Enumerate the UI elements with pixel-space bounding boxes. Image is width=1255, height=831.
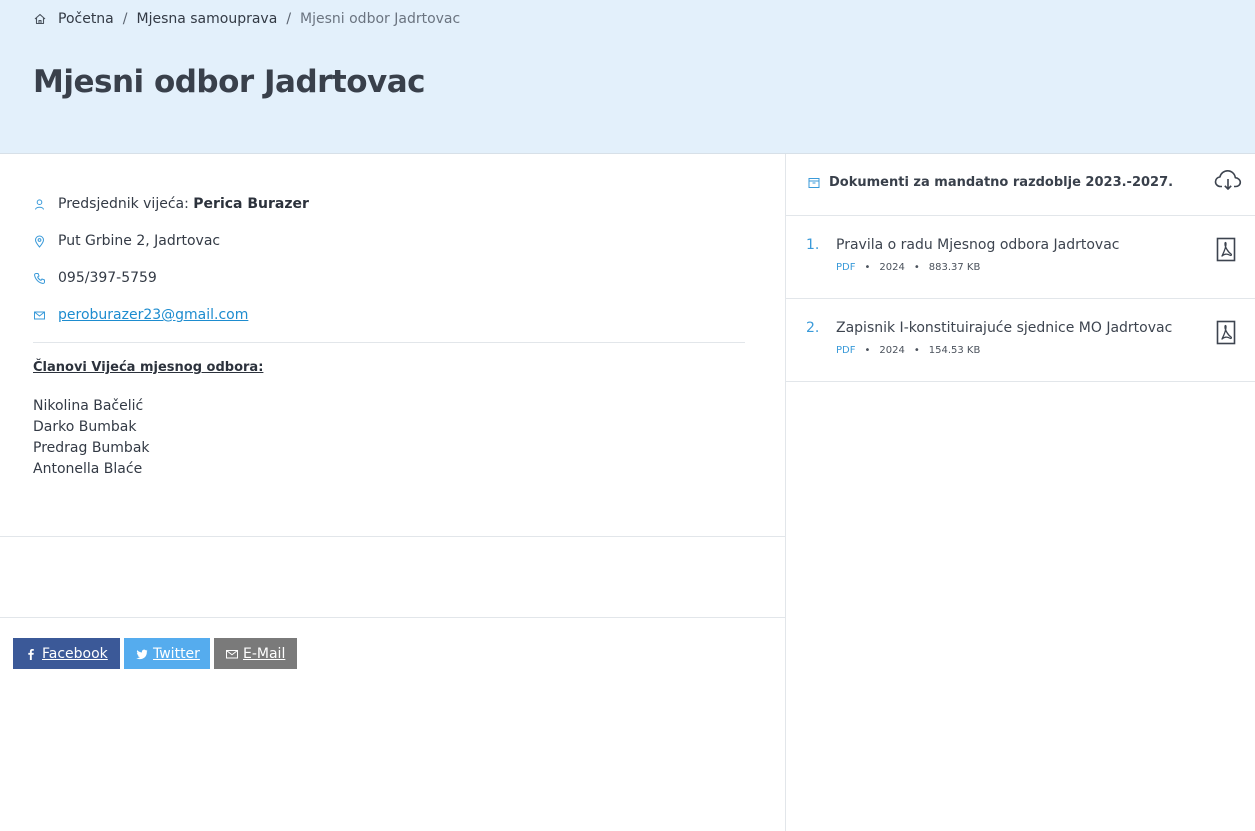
main-content: Predsjednik vijeća: Perica Burazer Put G… [0, 154, 786, 831]
archive-icon [808, 177, 820, 189]
document-type: PDF [836, 345, 856, 356]
share-twitter-label: Twitter [153, 645, 200, 662]
share-email-label: E-Mail [243, 645, 286, 662]
president-row: Predsjednik vijeća: Perica Burazer [33, 194, 309, 214]
president-name: Perica Burazer [193, 196, 309, 212]
user-icon [33, 198, 46, 211]
divider [33, 342, 745, 343]
phone-row: 095/397-5759 [33, 268, 157, 288]
document-meta: PDF • 2024 • 883.37 KB [836, 262, 980, 273]
share-twitter-button[interactable]: Twitter [124, 638, 210, 669]
meta-separator: • [913, 345, 920, 356]
meta-separator: • [913, 262, 920, 273]
member-item: Antonella Blaće [33, 461, 143, 477]
document-size: 154.53 KB [928, 345, 981, 356]
breadcrumb-current: Mjesni odbor Jadrtovac [300, 11, 461, 27]
meta-separator: • [864, 345, 871, 356]
document-item[interactable]: 1. Pravila o radu Mjesnog odbora Jadrtov… [786, 216, 1255, 299]
divider [0, 536, 786, 537]
twitter-icon [136, 648, 148, 660]
president-label: Predsjednik vijeća: [58, 196, 189, 212]
breadcrumb-home-link[interactable]: Početna [58, 11, 114, 27]
breadcrumb-separator: / [122, 11, 128, 27]
page-header: Početna / Mjesna samouprava / Mjesni odb… [0, 0, 1255, 154]
share-email-button[interactable]: E-Mail [214, 638, 297, 669]
member-item: Nikolina Bačelić [33, 398, 144, 414]
document-item[interactable]: 2. Zapisnik I-konstituirajuće sjednice M… [786, 299, 1255, 382]
document-number: 1. [806, 237, 820, 253]
share-facebook-label: Facebook [42, 645, 108, 662]
document-name[interactable]: Pravila o radu Mjesnog odbora Jadrtovac [836, 237, 1120, 253]
envelope-icon [33, 309, 46, 322]
document-number: 2. [806, 320, 820, 336]
breadcrumb-separator: / [286, 11, 292, 27]
email-row: peroburazer23@gmail.com [33, 305, 248, 325]
documents-title: Dokumenti za mandatno razdoblje 2023.-20… [829, 175, 1174, 190]
divider [0, 617, 786, 618]
address-text: Put Grbine 2, Jadrtovac [58, 233, 221, 249]
documents-panel: Dokumenti za mandatno razdoblje 2023.-20… [785, 154, 1255, 831]
document-year: 2024 [879, 345, 905, 356]
breadcrumb-section-link[interactable]: Mjesna samouprava [136, 11, 277, 27]
phone-icon [33, 272, 46, 285]
phone-number: 095/397-5759 [58, 270, 157, 286]
email-link[interactable]: peroburazer23@gmail.com [58, 307, 248, 323]
share-facebook-button[interactable]: Facebook [13, 638, 120, 669]
location-pin-icon [33, 235, 46, 248]
document-type: PDF [836, 262, 856, 273]
document-size: 883.37 KB [928, 262, 981, 273]
members-list: Nikolina Bačelić Darko Bumbak Predrag Bu… [33, 396, 150, 480]
cloud-download-icon[interactable] [1214, 169, 1242, 191]
member-item: Darko Bumbak [33, 419, 137, 435]
members-heading: Članovi Vijeća mjesnog odbora: [33, 360, 264, 375]
member-item: Predrag Bumbak [33, 440, 150, 456]
pdf-file-icon[interactable] [1216, 320, 1236, 345]
document-meta: PDF • 2024 • 154.53 KB [836, 345, 980, 356]
pdf-file-icon[interactable] [1216, 237, 1236, 262]
page-title: Mjesni odbor Jadrtovac [33, 64, 426, 100]
home-icon[interactable] [33, 12, 47, 26]
documents-header: Dokumenti za mandatno razdoblje 2023.-20… [786, 154, 1255, 216]
mail-icon [226, 648, 238, 660]
document-name[interactable]: Zapisnik I-konstituirajuće sjednice MO J… [836, 320, 1172, 336]
meta-separator: • [864, 262, 871, 273]
breadcrumb: Početna / Mjesna samouprava / Mjesni odb… [33, 9, 460, 29]
address-row: Put Grbine 2, Jadrtovac [33, 231, 220, 251]
facebook-icon [25, 648, 37, 660]
document-year: 2024 [879, 262, 905, 273]
